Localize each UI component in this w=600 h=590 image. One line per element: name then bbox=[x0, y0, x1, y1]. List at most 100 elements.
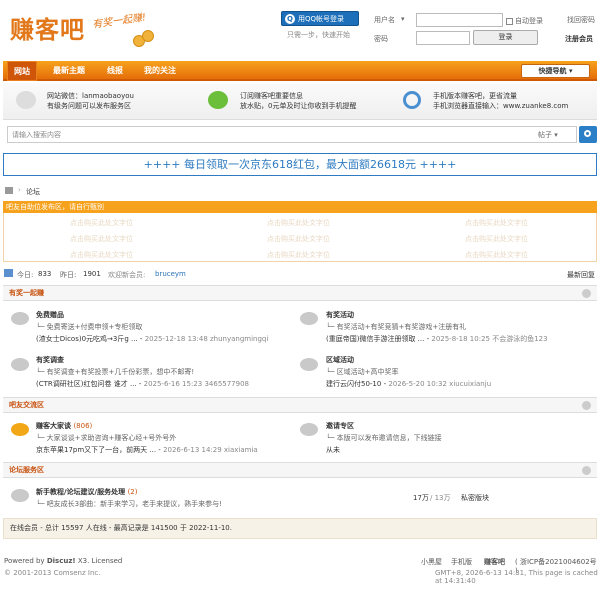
collapse-icon[interactable] bbox=[582, 466, 591, 475]
collapse-icon[interactable] bbox=[582, 289, 591, 298]
mobile-line1: 手机版本赚客吧，更省流量 bbox=[433, 92, 517, 100]
forum-desc: 大家谈谈+求助咨询+赚客心经+号外号外 bbox=[46, 434, 177, 442]
forum-icon bbox=[11, 312, 29, 325]
page-cache-info: GMT+8, 2026-6-13 14:31, This page is cac… bbox=[435, 569, 598, 585]
forum-title[interactable]: 免费赠品 bbox=[36, 310, 64, 320]
section-header[interactable]: 吧友交流区 bbox=[3, 397, 597, 413]
forum-last-meta: 2025-8-18 10:25 不会游泳的鱼123 bbox=[431, 335, 548, 343]
remember-checkbox[interactable] bbox=[506, 17, 513, 25]
search-scope-label: 帖子 bbox=[538, 131, 552, 139]
discuz-link[interactable]: Discuz! bbox=[47, 557, 76, 565]
footer-link-mobile[interactable]: 手机版 bbox=[451, 557, 472, 567]
forum-today-count: (806) bbox=[73, 422, 93, 430]
forum-last-post[interactable]: (渣女士Dicos)0元吃鸡→3斤g ... bbox=[36, 335, 138, 343]
forum-last-post[interactable]: (CTR调研社区)红包问卷 谁才 ... bbox=[36, 380, 137, 388]
forum-title[interactable]: 有奖调查 bbox=[36, 355, 64, 365]
wechat-icon bbox=[16, 91, 36, 109]
home-icon[interactable] bbox=[5, 187, 13, 194]
forum-last-meta: 2026-6-13 14:29 xiaxiamia bbox=[163, 446, 258, 454]
new-member-link[interactable]: bruceym bbox=[155, 270, 186, 278]
forum-title[interactable]: 区域活动 bbox=[326, 355, 354, 365]
password-label: 密码 bbox=[374, 35, 388, 43]
footer-link-site[interactable]: 赚客吧 bbox=[484, 557, 505, 567]
subscribe-line2: 放水贴，0元单及时让你收到手机提醒 bbox=[240, 102, 357, 110]
forum-title[interactable]: 有奖活动 bbox=[326, 310, 354, 320]
find-password-link[interactable]: 找回密码 bbox=[567, 15, 595, 25]
forum-desc: 免费寄送+付费申领+专柜领取 bbox=[46, 323, 143, 331]
forum-title[interactable]: 赚客大家谈 bbox=[36, 422, 71, 430]
username-input[interactable] bbox=[416, 13, 503, 27]
main-nav: 网站 最新主题 线报 我的关注 bbox=[3, 61, 597, 81]
forum-last-post[interactable]: 建行云闪付50-10 bbox=[326, 380, 381, 388]
quick-nav-button[interactable]: 快捷导航 ▾ bbox=[521, 64, 590, 78]
forum-icon bbox=[11, 358, 29, 371]
forum-icon bbox=[300, 358, 318, 371]
qq-login-hint: 只需一步，快速开始 bbox=[287, 31, 350, 39]
stats-chart-icon bbox=[4, 269, 13, 277]
subscribe-icon bbox=[208, 91, 228, 109]
quick-nav-label: 快捷导航 bbox=[538, 67, 567, 75]
forum-title[interactable]: 新手教程/论坛建议/服务处理 bbox=[36, 488, 125, 496]
qq-login-button[interactable]: Q 用QQ帐号登录 bbox=[281, 11, 359, 26]
nav-item-following[interactable]: 我的关注 bbox=[138, 61, 182, 81]
powered-by: Powered by bbox=[4, 557, 45, 565]
search-placeholder: 请输入搜索内容 bbox=[12, 131, 61, 139]
username-dropdown-icon[interactable]: ▾ bbox=[401, 15, 405, 23]
search-icon bbox=[403, 91, 421, 109]
ad-slot[interactable]: 点击购买此处文字位 bbox=[465, 234, 528, 244]
stats-yesterday: 1901 bbox=[83, 270, 101, 278]
ad-slot[interactable]: 点击购买此处文字位 bbox=[465, 218, 528, 228]
site-logo[interactable]: 赚客吧 bbox=[10, 10, 85, 45]
stats-today-label: 今日: bbox=[17, 271, 34, 279]
nav-item-deals[interactable]: 线报 bbox=[101, 61, 129, 81]
forum-last-post[interactable]: (重庭帝国)微信手游注册领取 ... bbox=[326, 335, 424, 343]
ad-slot[interactable]: 点击购买此处文字位 bbox=[267, 218, 330, 228]
forum-last-post: 从未 bbox=[326, 446, 340, 454]
collapse-icon[interactable] bbox=[582, 401, 591, 410]
forum-desc: 本版可以发布邀请信息，下线链接 bbox=[336, 434, 442, 442]
login-button[interactable]: 登录 bbox=[473, 30, 538, 45]
breadcrumb[interactable]: 论坛 bbox=[26, 187, 40, 197]
subscribe-line1: 订阅赚客吧重要信息 bbox=[240, 92, 303, 100]
ad-slot[interactable]: 点击购买此处文字位 bbox=[267, 234, 330, 244]
forum-new-icon bbox=[11, 423, 29, 436]
forum-desc: 有奖活动+有奖竞猜+有奖游戏+注册有礼 bbox=[336, 323, 467, 331]
forum-posts: 13万 bbox=[434, 494, 451, 502]
ad-slot[interactable]: 点击购买此处文字位 bbox=[70, 218, 133, 228]
ad-header: 吧友自助位发布区，请自行甄别 bbox=[3, 201, 597, 213]
search-icon bbox=[584, 130, 591, 137]
ad-slot[interactable]: 点击购买此处文字位 bbox=[267, 250, 330, 260]
forum-title[interactable]: 邀请专区 bbox=[326, 421, 354, 431]
register-link[interactable]: 注册会员 bbox=[565, 34, 593, 44]
online-stats[interactable]: 在线会员 - 总计 15597 人在线 - 最高记录是 141500 于 202… bbox=[3, 518, 597, 539]
nav-item-site[interactable]: 网站 bbox=[7, 61, 37, 81]
coins-icon bbox=[133, 30, 155, 48]
ad-slot[interactable]: 点击购买此处文字位 bbox=[70, 234, 133, 244]
forum-last-meta: 2026-5-20 10:32 xiucuixianju bbox=[388, 380, 492, 388]
search-scope-select[interactable]: 帖子 ▾ bbox=[538, 130, 558, 140]
nav-item-latest[interactable]: 最新主题 bbox=[47, 61, 91, 81]
section-title: 吧友交流区 bbox=[9, 401, 44, 409]
latest-reply-link[interactable]: 最新回复 bbox=[567, 270, 595, 280]
forum-icon bbox=[300, 423, 318, 436]
remember-label: 自动登录 bbox=[515, 17, 543, 25]
wechat-line2: 有级务问题可以发布服务区 bbox=[47, 102, 131, 110]
copyright: © 2001-2013 Comsenz Inc. bbox=[4, 569, 101, 577]
remember-me[interactable]: 自动登录 bbox=[506, 16, 543, 26]
ad-slot[interactable]: 点击购买此处文字位 bbox=[465, 250, 528, 260]
section-title: 有奖一起赚 bbox=[9, 289, 44, 297]
wechat-line1: 网站微信：lanmaobaoyou bbox=[47, 92, 134, 100]
ad-slot[interactable]: 点击购买此处文字位 bbox=[70, 250, 133, 260]
forum-icon bbox=[11, 489, 29, 502]
search-input[interactable]: 请输入搜索内容 帖子 ▾ bbox=[7, 126, 577, 143]
promo-banner[interactable]: ++++ 每日领取一次京东618红包，最大面额26618元 ++++ bbox=[3, 153, 597, 176]
breadcrumb-sep: › bbox=[18, 186, 21, 194]
footer-link-blackroom[interactable]: 小黑屋 bbox=[421, 557, 442, 567]
search-button[interactable] bbox=[579, 126, 597, 143]
section-header[interactable]: 论坛服务区 bbox=[3, 462, 597, 478]
section-header[interactable]: 有奖一起赚 bbox=[3, 285, 597, 301]
section-title: 论坛服务区 bbox=[9, 466, 44, 474]
forum-last-post[interactable]: 京东苹果17pm又下了一台，前两天 ... bbox=[36, 446, 156, 454]
password-input[interactable] bbox=[416, 31, 470, 45]
forum-threads: 17万 bbox=[413, 494, 429, 502]
